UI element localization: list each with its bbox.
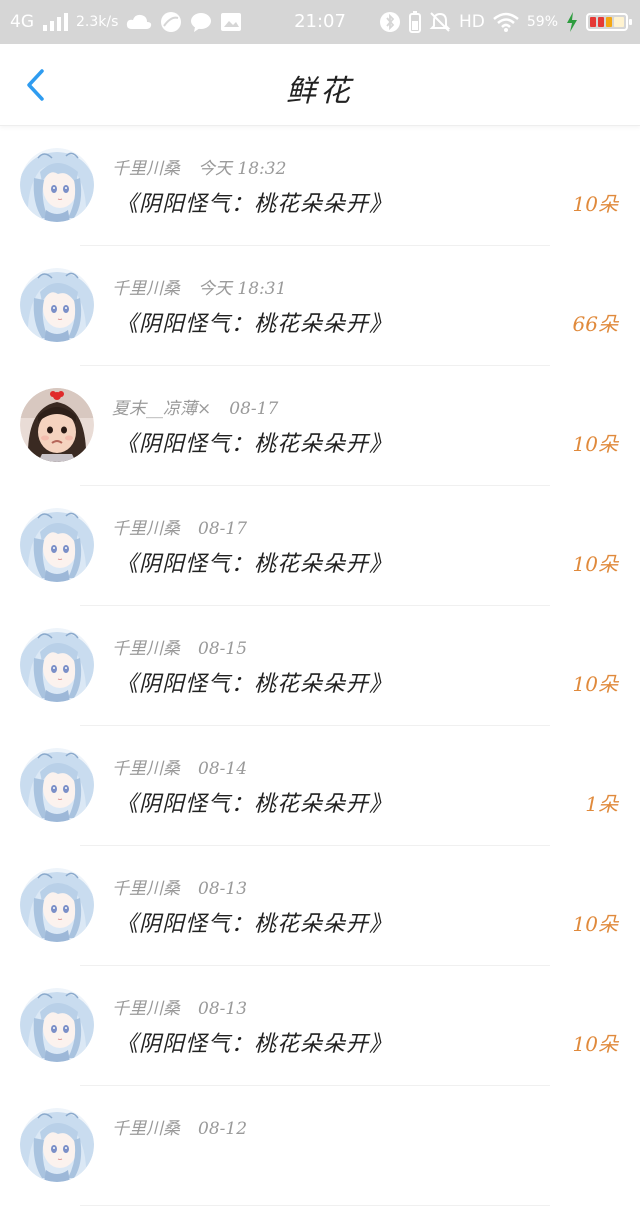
flower-count: 10朵 [572, 912, 618, 936]
gift-record-list: 千里川桑 今天 18:32 《阴阳怪气：桃花朵朵开》 10朵 千里川桑 今天 18:31… [0, 126, 640, 1206]
battery-percent: 59% [526, 14, 558, 30]
sender-name[interactable]: 千里川桑 [112, 1119, 180, 1139]
anime-girl-avatar[interactable] [20, 988, 94, 1062]
battery-small-icon [409, 11, 421, 33]
status-right: HD 59% [379, 10, 632, 34]
page-title: 鲜花 [286, 74, 354, 109]
gift-title: 《阴阳怪气：桃花朵朵开》 [116, 912, 393, 937]
sender-name[interactable]: 千里川桑 [112, 519, 180, 539]
charging-icon [566, 12, 578, 32]
wifi-icon [493, 12, 519, 32]
list-item[interactable]: 千里川桑 08-13 《阴阳怪气：桃花朵朵开》 10朵 [0, 966, 640, 1086]
sender-meta: 千里川桑 08-14 [112, 754, 247, 779]
sender-meta: 千里川桑 08-17 [112, 514, 247, 539]
flower-count: 10朵 [572, 192, 618, 216]
bluetooth-icon [379, 11, 401, 33]
send-time: 08-13 [198, 999, 248, 1019]
send-time: 08-17 [198, 519, 248, 539]
sender-meta: 夏末__凉薄× 08-17 [112, 394, 278, 419]
flower-count: 10朵 [572, 1032, 618, 1056]
baby-girl-avatar[interactable] [20, 388, 94, 462]
list-item[interactable]: 夏末__凉薄× 08-17 《阴阳怪气：桃花朵朵开》 10朵 [0, 366, 640, 486]
sender-name[interactable]: 千里川桑 [112, 279, 180, 299]
list-item[interactable]: 千里川桑 今天 18:31 《阴阳怪气：桃花朵朵开》 66朵 [0, 246, 640, 366]
send-time: 今天 18:32 [198, 159, 287, 179]
sender-meta: 千里川桑 今天 18:32 [112, 154, 286, 179]
battery-cell [590, 17, 596, 27]
send-time: 08-14 [198, 759, 248, 779]
anime-girl-avatar[interactable] [20, 268, 94, 342]
send-time: 08-12 [198, 1119, 248, 1139]
gift-title: 《阴阳怪气：桃花朵朵开》 [116, 312, 393, 337]
flower-count: 10朵 [572, 672, 618, 696]
gift-title: 《阴阳怪气：桃花朵朵开》 [116, 1032, 393, 1057]
battery-cell [606, 17, 612, 27]
sender-name[interactable]: 夏末__凉薄× [112, 399, 211, 419]
navigation-bar: 鲜花 [0, 44, 640, 126]
hd-label: HD [459, 12, 485, 32]
sender-name[interactable]: 千里川桑 [112, 759, 180, 779]
sender-meta: 千里川桑 08-15 [112, 634, 247, 659]
list-item[interactable]: 千里川桑 08-15 《阴阳怪气：桃花朵朵开》 10朵 [0, 606, 640, 726]
sender-name[interactable]: 千里川桑 [112, 879, 180, 899]
flower-count: 66朵 [572, 312, 618, 336]
anime-girl-avatar[interactable] [20, 508, 94, 582]
send-time: 08-17 [229, 399, 279, 419]
sender-name[interactable]: 千里川桑 [112, 999, 180, 1019]
gift-title: 《阴阳怪气：桃花朵朵开》 [116, 552, 393, 577]
sender-name[interactable]: 千里川桑 [112, 159, 180, 179]
gift-title: 《阴阳怪气：桃花朵朵开》 [116, 432, 393, 457]
sender-meta: 千里川桑 08-13 [112, 994, 247, 1019]
gift-title: 《阴阳怪气：桃花朵朵开》 [116, 792, 393, 817]
anime-girl-avatar[interactable] [20, 748, 94, 822]
list-item[interactable]: 千里川桑 今天 18:32 《阴阳怪气：桃花朵朵开》 10朵 [0, 126, 640, 246]
alarm-off-icon [429, 11, 451, 33]
status-bar: 4G 2.3k/s 21:07 HD 59% [0, 0, 640, 44]
sender-name[interactable]: 千里川桑 [112, 639, 180, 659]
battery-cell [598, 17, 604, 27]
gift-title: 《阴阳怪气：桃花朵朵开》 [116, 192, 393, 217]
list-item[interactable]: 千里川桑 08-13 《阴阳怪气：桃花朵朵开》 10朵 [0, 846, 640, 966]
send-time: 08-15 [198, 639, 248, 659]
list-item[interactable]: 千里川桑 08-14 《阴阳怪气：桃花朵朵开》 1朵 [0, 726, 640, 846]
anime-girl-avatar[interactable] [20, 148, 94, 222]
list-item[interactable]: 千里川桑 08-17 《阴阳怪气：桃花朵朵开》 10朵 [0, 486, 640, 606]
send-time: 08-13 [198, 879, 248, 899]
flower-count: 1朵 [585, 792, 618, 816]
anime-girl-avatar[interactable] [20, 628, 94, 702]
anime-girl-avatar[interactable] [20, 1108, 94, 1182]
sender-meta: 千里川桑 今天 18:31 [112, 274, 286, 299]
sender-meta: 千里川桑 08-13 [112, 874, 247, 899]
list-item[interactable]: 千里川桑 08-12 [0, 1086, 640, 1206]
anime-girl-avatar[interactable] [20, 868, 94, 942]
gift-title: 《阴阳怪气：桃花朵朵开》 [116, 672, 393, 697]
sender-meta: 千里川桑 08-12 [112, 1114, 247, 1139]
flower-count: 10朵 [572, 552, 618, 576]
send-time: 今天 18:31 [198, 279, 287, 299]
flower-count: 10朵 [572, 432, 618, 456]
battery-empty [614, 17, 624, 27]
battery-icon [586, 13, 632, 31]
